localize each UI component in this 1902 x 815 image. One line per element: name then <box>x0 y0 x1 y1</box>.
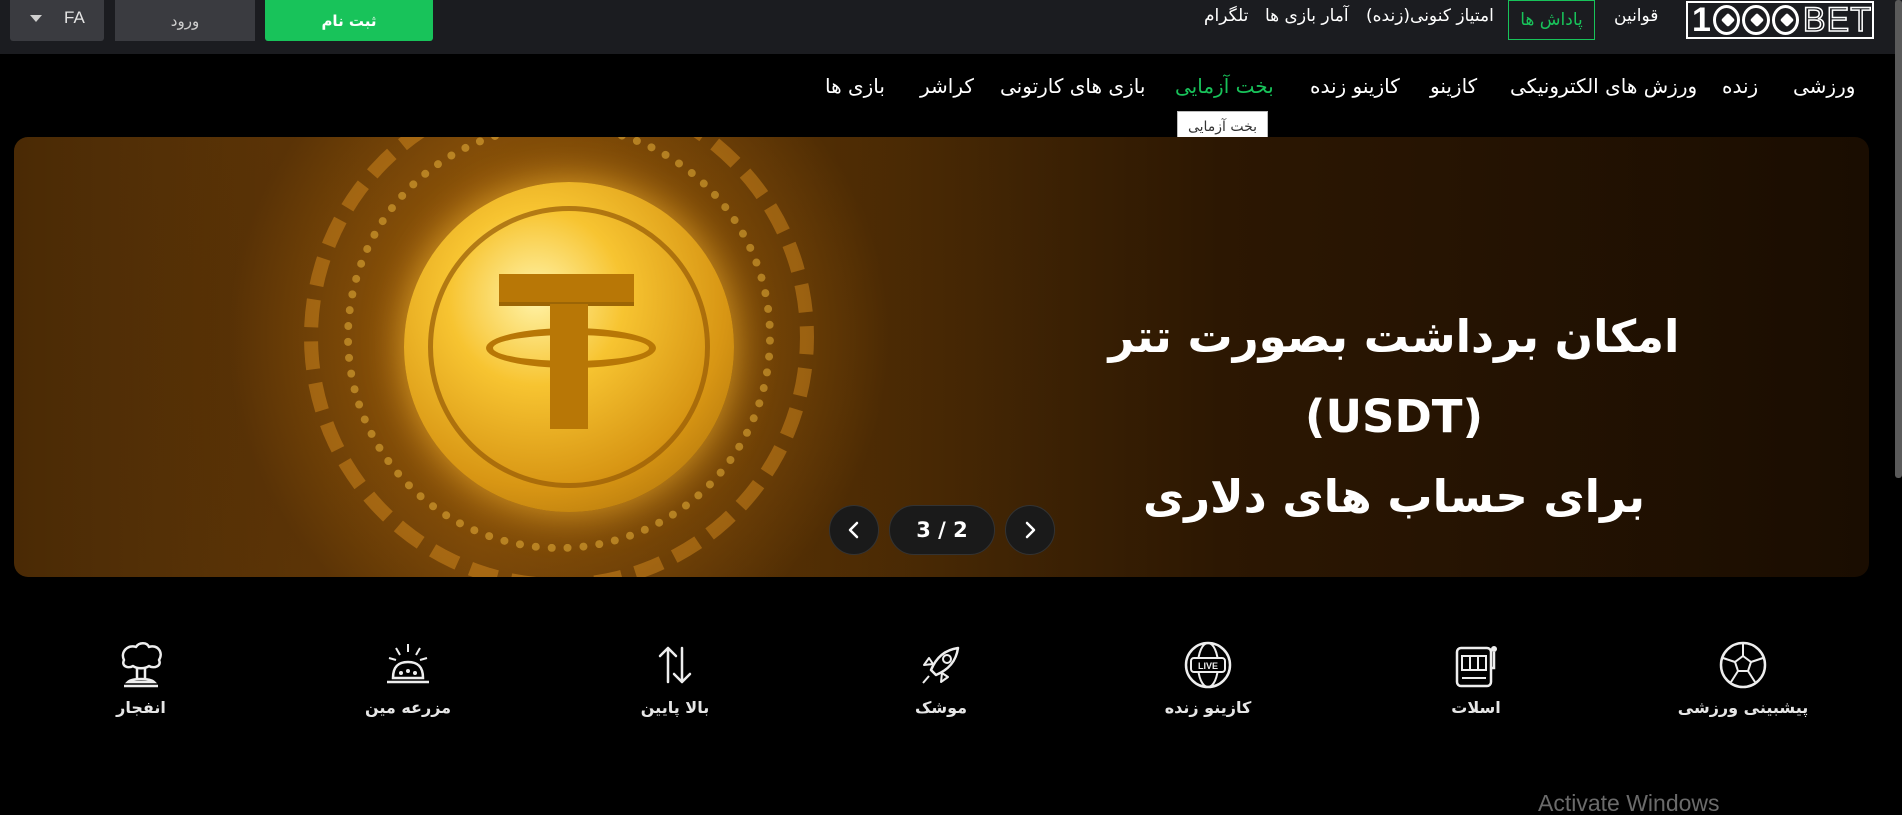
carousel-next-button[interactable] <box>1005 505 1055 555</box>
soccer-ball-icon <box>1719 641 1767 689</box>
slot-machine-icon <box>1455 646 1497 688</box>
login-button[interactable]: ورود <box>115 0 255 41</box>
windows-activation-watermark: Activate Windows <box>1538 790 1720 815</box>
toplink-rewards[interactable]: پاداش ها <box>1508 0 1595 40</box>
category-label: کازینو زنده <box>1164 698 1252 717</box>
category-label: بالا پایین <box>640 698 710 717</box>
nav-item-crasher[interactable]: کراشر <box>920 74 974 98</box>
nav-item-live[interactable]: زنده <box>1722 74 1758 98</box>
toplink-game-stats[interactable]: آمار بازی ها <box>1265 6 1349 26</box>
soccer-ball-icon <box>1742 5 1770 35</box>
svg-text:LIVE: LIVE <box>1198 661 1218 671</box>
toplink-telegram[interactable]: تلگرام <box>1204 6 1248 26</box>
live-globe-icon: LIVE <box>1184 641 1232 689</box>
category-rocket[interactable]: موشک <box>861 638 1021 717</box>
toplink-rules[interactable]: قوانین <box>1614 6 1658 26</box>
logo-text: 1 <box>1692 1 1711 39</box>
mine-icon <box>387 644 429 684</box>
rocket-icon <box>922 646 960 684</box>
category-slots[interactable]: اسلات <box>1396 638 1556 717</box>
banner-line-2: برای حساب های دلاری <box>1143 470 1645 523</box>
category-up-down[interactable]: بالا پایین <box>595 638 755 717</box>
logo-bet-text: BET <box>1802 1 1872 39</box>
nav-item-lottery[interactable]: بخت آزمایی <box>1175 74 1274 98</box>
chevron-left-icon <box>848 521 859 539</box>
soccer-ball-icon <box>1771 5 1799 35</box>
banner-line-1: امکان برداشت بصورت تتر (USDT) <box>1108 310 1680 443</box>
nav-item-live-casino[interactable]: کازینو زنده <box>1310 74 1400 98</box>
soccer-ball-icon <box>1712 5 1741 35</box>
site-logo[interactable]: 1 BET <box>1686 1 1874 39</box>
up-down-arrows-icon <box>658 646 692 684</box>
category-label: پیشبینی ورزشی <box>1677 698 1809 717</box>
category-label: مزرعه مین <box>364 698 452 717</box>
category-label: اسلات <box>1451 698 1501 717</box>
category-sports-betting[interactable]: پیشبینی ورزشی <box>1663 638 1823 717</box>
chevron-down-icon <box>30 15 42 22</box>
nav-item-casino[interactable]: کازینو <box>1430 74 1477 98</box>
category-explosion[interactable]: انفجار <box>61 638 221 717</box>
category-label: انفجار <box>116 698 166 717</box>
banner-headline: امکان برداشت بصورت تتر (USDT) برای حساب … <box>1024 297 1764 537</box>
carousel-prev-button[interactable] <box>829 505 879 555</box>
nav-item-games[interactable]: بازی ها <box>825 74 885 98</box>
nav-item-cartoon-games[interactable]: بازی های کارتونی <box>1000 74 1145 98</box>
language-selector[interactable]: FA <box>10 0 104 41</box>
page-scrollbar[interactable] <box>1895 0 1902 478</box>
carousel-counter: 3 / 2 <box>889 505 995 555</box>
tether-coin-icon <box>404 182 734 512</box>
language-code: FA <box>64 8 85 27</box>
toplink-live-score[interactable]: امتیاز کنونی(زنده) <box>1366 6 1494 26</box>
explosion-icon <box>121 642 162 688</box>
top-bar: FA ورود ثبت نام تلگرام آمار بازی ها امتی… <box>0 0 1902 54</box>
signup-button[interactable]: ثبت نام <box>265 0 433 41</box>
category-mine-field[interactable]: مزرعه مین <box>328 638 488 717</box>
category-live-casino[interactable]: LIVE کازینو زنده <box>1128 638 1288 717</box>
nav-item-sports[interactable]: ورزشی <box>1793 74 1855 98</box>
category-label: موشک <box>914 698 968 717</box>
nav-item-esports[interactable]: ورزش های الکترونیکی <box>1510 74 1697 98</box>
chevron-right-icon <box>1025 521 1036 539</box>
